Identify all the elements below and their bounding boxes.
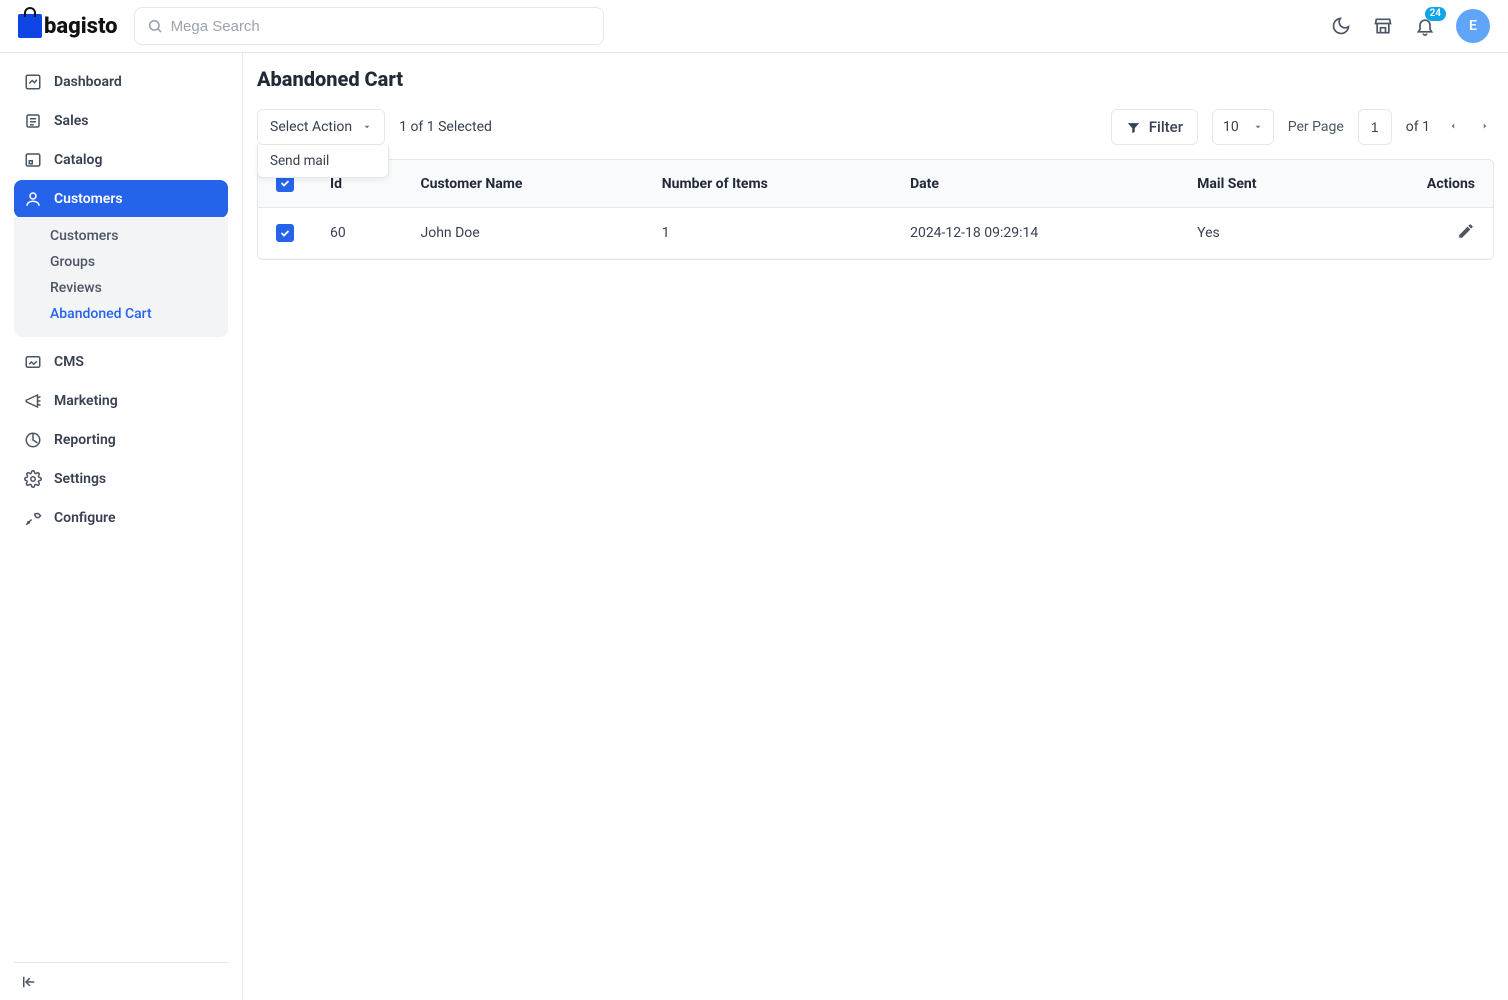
col-actions: Actions <box>1346 160 1493 208</box>
selection-text: 1 of 1 Selected <box>399 119 492 135</box>
sidebar-sub-customers[interactable]: Customers <box>14 223 228 249</box>
sidebar-item-label: Dashboard <box>54 74 122 90</box>
bag-icon <box>18 14 42 38</box>
select-action-dropdown: Send mail <box>257 145 389 178</box>
table-row: 60 John Doe 1 2024-12-18 09:29:14 Yes <box>258 208 1493 259</box>
filter-button[interactable]: Filter <box>1111 109 1198 145</box>
sidebar: Dashboard Sales Catalog Customers Custom… <box>0 53 243 1000</box>
sidebar-sub-reviews[interactable]: Reviews <box>14 275 228 301</box>
marketing-icon <box>24 392 42 410</box>
sidebar-sub-groups[interactable]: Groups <box>14 249 228 275</box>
sidebar-collapse[interactable] <box>14 962 228 1000</box>
content: Abandoned Cart Select Action Send mail 1… <box>243 53 1508 1000</box>
topbar: bagisto 24 E <box>0 0 1508 53</box>
cell-id: 60 <box>312 208 402 259</box>
moon-icon <box>1331 16 1351 36</box>
sidebar-item-customers[interactable]: Customers <box>14 180 228 218</box>
col-customer-name[interactable]: Customer Name <box>402 160 643 208</box>
check-icon <box>279 177 291 189</box>
per-page-label: Per Page <box>1288 119 1344 135</box>
sidebar-item-label: Marketing <box>54 393 118 409</box>
check-icon <box>279 227 291 239</box>
sidebar-item-label: Configure <box>54 510 115 526</box>
sidebar-item-label: Sales <box>54 113 88 129</box>
store-link[interactable] <box>1372 15 1394 37</box>
notifications-button[interactable]: 24 <box>1414 15 1436 37</box>
brand-logo[interactable]: bagisto <box>18 14 118 39</box>
dropdown-item-send-mail[interactable]: Send mail <box>258 145 388 177</box>
sidebar-item-label: CMS <box>54 354 84 370</box>
brand-text: bagisto <box>44 14 118 39</box>
catalog-icon <box>24 151 42 169</box>
search-box[interactable] <box>134 7 604 45</box>
sidebar-item-configure[interactable]: Configure <box>14 499 228 537</box>
sidebar-item-cms[interactable]: CMS <box>14 343 228 381</box>
sidebar-item-reporting[interactable]: Reporting <box>14 421 228 459</box>
select-action-button[interactable]: Select Action <box>257 109 385 145</box>
sidebar-item-sales[interactable]: Sales <box>14 102 228 140</box>
cell-mail-sent: Yes <box>1179 208 1346 259</box>
configure-icon <box>24 509 42 527</box>
per-page-select[interactable]: 10 <box>1212 109 1274 145</box>
pencil-icon <box>1457 222 1475 240</box>
search-icon <box>147 18 163 34</box>
search-input[interactable] <box>171 18 591 35</box>
select-action-label: Select Action <box>270 119 352 135</box>
page-input[interactable] <box>1358 109 1392 145</box>
per-page-value: 10 <box>1223 119 1239 135</box>
select-action: Select Action Send mail <box>257 109 385 145</box>
cell-date: 2024-12-18 09:29:14 <box>892 208 1179 259</box>
filter-icon <box>1126 120 1141 135</box>
store-icon <box>1373 16 1393 36</box>
topbar-icons: 24 E <box>1330 9 1490 43</box>
edit-button[interactable] <box>1457 228 1475 244</box>
reporting-icon <box>24 431 42 449</box>
notification-badge: 24 <box>1425 7 1446 21</box>
sidebar-item-label: Settings <box>54 471 106 487</box>
col-date[interactable]: Date <box>892 160 1179 208</box>
customers-icon <box>24 190 42 208</box>
pager-prev[interactable] <box>1444 115 1462 139</box>
settings-icon <box>24 470 42 488</box>
chevron-right-icon <box>1480 121 1490 131</box>
sidebar-item-dashboard[interactable]: Dashboard <box>14 63 228 101</box>
sidebar-item-catalog[interactable]: Catalog <box>14 141 228 179</box>
of-pages: of 1 <box>1406 119 1430 135</box>
customers-subnav: Customers Groups Reviews Abandoned Cart <box>14 217 228 337</box>
col-number-items[interactable]: Number of Items <box>644 160 892 208</box>
chevron-down-icon <box>1253 122 1263 132</box>
table-header-row: Id Customer Name Number of Items Date Ma… <box>258 160 1493 208</box>
cms-icon <box>24 353 42 371</box>
collapse-icon <box>20 973 38 991</box>
sidebar-item-marketing[interactable]: Marketing <box>14 382 228 420</box>
toolbar: Select Action Send mail 1 of 1 Selected … <box>257 109 1494 145</box>
sidebar-item-settings[interactable]: Settings <box>14 460 228 498</box>
chevron-left-icon <box>1448 121 1458 131</box>
col-mail-sent[interactable]: Mail Sent <box>1179 160 1346 208</box>
pager-next[interactable] <box>1476 115 1494 139</box>
filter-label: Filter <box>1149 118 1183 136</box>
sales-icon <box>24 112 42 130</box>
chevron-down-icon <box>362 122 372 132</box>
sidebar-item-label: Reporting <box>54 432 116 448</box>
avatar[interactable]: E <box>1456 9 1490 43</box>
page-title: Abandoned Cart <box>257 67 1494 91</box>
dark-mode-toggle[interactable] <box>1330 15 1352 37</box>
cell-customer: John Doe <box>402 208 643 259</box>
table: Id Customer Name Number of Items Date Ma… <box>257 159 1494 260</box>
cell-items: 1 <box>644 208 892 259</box>
dashboard-icon <box>24 73 42 91</box>
avatar-initial: E <box>1469 18 1477 34</box>
toolbar-right: Filter 10 Per Page of 1 <box>1111 109 1494 145</box>
sidebar-item-label: Catalog <box>54 152 102 168</box>
sidebar-sub-abandoned-cart[interactable]: Abandoned Cart <box>14 301 228 327</box>
row-checkbox[interactable] <box>276 224 294 242</box>
sidebar-item-label: Customers <box>54 191 123 207</box>
